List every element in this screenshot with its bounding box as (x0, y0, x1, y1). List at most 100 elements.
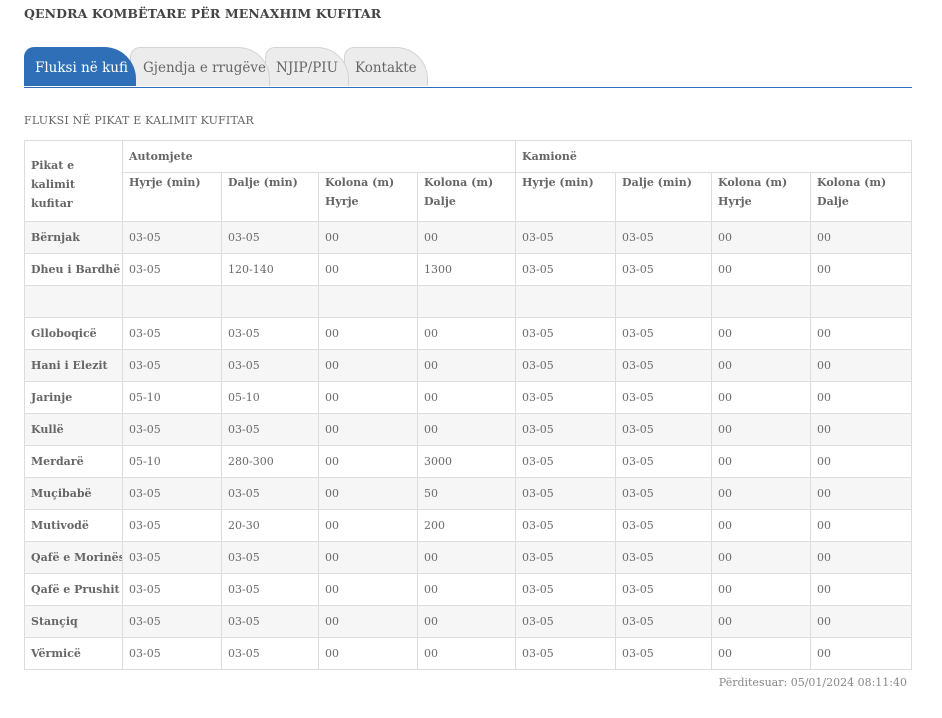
crossing-point-name: Hani i Elezit (24, 349, 123, 382)
table-row: Dheu i Bardhë 03-05 120-140 00 1300 03-05 03-0… (24, 253, 913, 286)
crossing-point-name: Mutivodë (24, 509, 123, 542)
crossing-point-name: Merdarë (24, 445, 123, 478)
table-cell: 00 (416, 541, 517, 574)
table-header-row: Pikat e kalimit kufitar Automjete Kamion… (24, 140, 913, 222)
table-cell: 03-05 (122, 509, 222, 542)
table-cell: 00 (810, 573, 913, 606)
table-cell: 3000 (416, 445, 517, 478)
table-row: Vërmicë 03-05 03-05 00 00 03-05 03-05 00 00 (24, 637, 913, 670)
table-row: Qafë e Prushit 03-05 03-05 00 00 03-05 03-05 00… (24, 573, 913, 606)
table-cell: 03-05 (615, 605, 713, 638)
table-cell: 00 (318, 637, 418, 670)
table-cell: 03-05 (515, 573, 617, 606)
last-updated-text: Përditesuar: 05/01/2024 08:11:40 (718, 676, 907, 689)
table-cell: 03-05 (122, 477, 222, 510)
table-cell: 00 (318, 413, 418, 446)
table-row: Merdarë 05-10 280-300 00 3000 03-05 03-05 00 00 (24, 445, 913, 478)
crossing-point-name: Qafë e Prushit (24, 573, 123, 606)
table-cell: 00 (810, 381, 913, 414)
table-cell (122, 285, 222, 318)
section-title: FLUKSI NË PIKAT E KALIMIT KUFITAR (24, 114, 255, 127)
crossing-point-name: Kullë (24, 413, 123, 446)
table-cell: 03-05 (515, 477, 617, 510)
table-cell: 03-05 (122, 253, 222, 286)
crossing-point-name: Dheu i Bardhë (24, 253, 123, 286)
table-cell: 03-05 (221, 541, 319, 574)
table-cell: 00 (318, 573, 418, 606)
table-cell: 00 (416, 349, 517, 382)
table-row: Mutivodë 03-05 20-30 00 200 03-05 03-05 00 00 (24, 509, 913, 542)
table-cell (515, 285, 617, 318)
tab-kontakte[interactable]: Kontakte (344, 47, 428, 86)
table-row (24, 285, 913, 318)
table-cell: 03-05 (122, 349, 222, 382)
table-cell: 50 (416, 477, 517, 510)
table-cell: 03-05 (515, 349, 617, 382)
table-cell: 03-05 (122, 573, 222, 606)
table-row: Muçibabë 03-05 03-05 00 50 03-05 03-05 00 00 (24, 477, 913, 510)
table-cell: 03-05 (615, 637, 713, 670)
table-cell: 05-10 (122, 381, 222, 414)
table-cell: 03-05 (515, 541, 617, 574)
table-cell: 03-05 (615, 445, 713, 478)
table-cell: 00 (318, 253, 418, 286)
table-cell: 00 (416, 605, 517, 638)
table-cell: 03-05 (122, 221, 222, 254)
tab-njip-piu[interactable]: NJIP/PIU (265, 47, 349, 86)
table-row: Bërnjak 03-05 03-05 00 00 03-05 03-05 00 00 (24, 221, 913, 254)
table-cell: 00 (318, 221, 418, 254)
table-cell: 03-05 (221, 221, 319, 254)
table-cell: 00 (416, 381, 517, 414)
table-cell: 03-05 (515, 445, 617, 478)
table-cell: 00 (711, 317, 812, 350)
table-cell: 00 (318, 445, 418, 478)
table-cell: 05-10 (122, 445, 222, 478)
table-cell (615, 285, 713, 318)
table-cell: 03-05 (615, 221, 713, 254)
table-cell: 03-05 (515, 637, 617, 670)
table-cell: 00 (810, 637, 913, 670)
table-cell: 03-05 (122, 605, 222, 638)
table-cell: 00 (416, 413, 517, 446)
table-row: Stançiq 03-05 03-05 00 00 03-05 03-05 00 00 (24, 605, 913, 638)
column-header: Dalje (min) (221, 172, 319, 222)
table-cell: 03-05 (615, 541, 713, 574)
table-cell: 00 (711, 349, 812, 382)
table-cell: 03-05 (615, 413, 713, 446)
table-cell: 00 (711, 637, 812, 670)
group-header-vehicles: Automjete (121, 140, 517, 173)
tab-fluksi-ne-kufi[interactable]: Fluksi në kufi (24, 47, 136, 86)
column-header: Kolona (m) Dalje (416, 172, 517, 222)
table-cell: 00 (711, 445, 812, 478)
crossing-point-name: Vërmicë (24, 637, 123, 670)
table-cell: 120-140 (221, 253, 319, 286)
crossing-points-header: Pikat e kalimit kufitar (24, 140, 123, 222)
table-cell: 200 (416, 509, 517, 542)
table-cell: 03-05 (615, 509, 713, 542)
table-cell: 03-05 (615, 253, 713, 286)
table-cell: 03-05 (615, 573, 713, 606)
table-cell: 00 (810, 605, 913, 638)
table-cell: 00 (810, 509, 913, 542)
table-row: Jarinje 05-10 05-10 00 00 03-05 03-05 00 00 (24, 381, 913, 414)
column-header: Hyrje (min) (122, 172, 222, 222)
tab-gjendja-e-rrugeve[interactable]: Gjendja e rrugëve (130, 47, 270, 86)
table-cell: 05-10 (221, 381, 319, 414)
table-cell: 03-05 (221, 349, 319, 382)
table-cell: 00 (416, 317, 517, 350)
column-header: Dalje (min) (615, 172, 713, 222)
table-cell: 03-05 (122, 317, 222, 350)
table-cell: 00 (810, 541, 913, 574)
table-row: Qafë e Morinës 03-05 03-05 00 00 03-05 03-05 00… (24, 541, 913, 574)
table-cell: 00 (711, 381, 812, 414)
table-cell (221, 285, 319, 318)
table-cell: 00 (810, 349, 913, 382)
table-cell: 03-05 (615, 317, 713, 350)
table-cell: 03-05 (515, 253, 617, 286)
table-cell: 00 (810, 221, 913, 254)
table-cell: 03-05 (615, 381, 713, 414)
tab-bar: Kontakte NJIP/PIU Gjendja e rrugëve Fluk… (24, 47, 912, 88)
table-cell: 03-05 (515, 381, 617, 414)
table-cell: 03-05 (122, 413, 222, 446)
table-cell: 03-05 (221, 605, 319, 638)
